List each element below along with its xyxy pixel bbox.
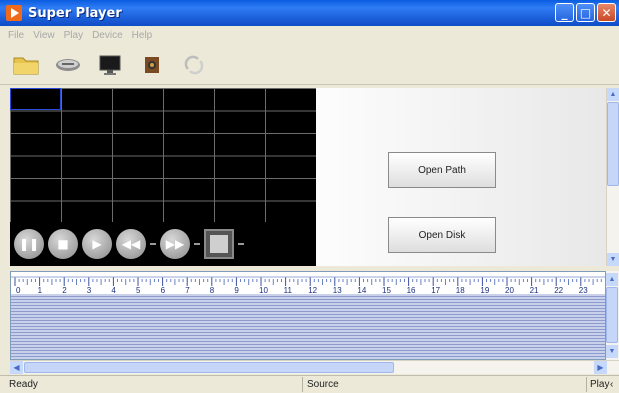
timeline-scroll-down-icon[interactable]: ▼ [606, 345, 618, 358]
ruler-hour-label: 14 [357, 286, 366, 294]
ruler-hour-label: 9 [234, 286, 239, 294]
maximize-button[interactable]: □ [576, 3, 595, 22]
forward-speed-separator [194, 243, 200, 245]
selected-channel-cell[interactable] [10, 88, 61, 110]
scroll-down-icon[interactable]: ▼ [607, 253, 619, 266]
minimize-button[interactable]: _ [555, 3, 574, 22]
stop-icon[interactable]: ■ [48, 229, 78, 259]
title-bar: Super Player _ □ ✕ [0, 0, 619, 26]
ruler-hour-label: 20 [505, 286, 514, 294]
time-ruler[interactable]: 0 1 2 3 4 5 6 7 8 9 10 11 12 13 14 15 16 17 18 19 20 21 22 23 [11, 272, 605, 294]
status-play: Play [590, 379, 610, 390]
ruler-hour-label: 3 [87, 286, 92, 294]
ruler-hour-label: 17 [431, 286, 440, 294]
open-path-button[interactable]: Open Path [388, 152, 496, 188]
ruler-hour-label: 0 [16, 286, 21, 294]
ruler-hour-label: 4 [111, 286, 116, 294]
pause-icon[interactable]: ❚❚ [14, 229, 44, 259]
fullscreen-icon[interactable] [204, 229, 234, 259]
play-icon[interactable]: ▶ [82, 229, 112, 259]
monitor-icon[interactable] [96, 52, 124, 78]
hard-disk-icon[interactable] [54, 52, 82, 78]
ruler-hour-label: 23 [579, 286, 588, 294]
status-divider [302, 377, 303, 392]
refresh-icon[interactable] [180, 52, 208, 78]
ruler-hour-label: 18 [456, 286, 465, 294]
ruler-hour-label: 21 [530, 286, 539, 294]
folder-icon[interactable] [12, 52, 40, 78]
timeline-scroll-thumb[interactable] [606, 287, 618, 343]
ruler-hour-label: 7 [185, 286, 190, 294]
horizontal-scroll-thumb[interactable] [24, 362, 394, 373]
fast-forward-icon[interactable]: ▶▶ [160, 229, 190, 259]
app-logo-icon [6, 5, 22, 21]
status-scroll-icon[interactable]: ‹ [610, 379, 613, 390]
ruler-hour-label: 6 [161, 286, 166, 294]
ruler-hour-label: 13 [333, 286, 342, 294]
ruler-hour-label: 22 [554, 286, 563, 294]
scroll-right-icon[interactable]: ▶ [594, 361, 607, 374]
status-bar: Ready Source Play ‹ [0, 375, 619, 393]
playback-controls: ❚❚ ■ ▶ ◀◀ ▶▶ [10, 222, 316, 266]
menu-help[interactable]: Help [132, 30, 153, 41]
recording-tracks[interactable] [11, 294, 605, 359]
timeline-scroll-up-icon[interactable]: ▲ [606, 273, 618, 286]
menu-play[interactable]: Play [64, 30, 83, 41]
rewind-icon[interactable]: ◀◀ [116, 229, 146, 259]
window-controls: _ □ ✕ [555, 3, 616, 22]
status-divider [586, 377, 587, 392]
camera-icon[interactable] [138, 52, 166, 78]
source-panel: Open Path Open Disk [316, 88, 606, 266]
rewind-speed-separator [150, 243, 156, 245]
status-ready: Ready [9, 379, 38, 390]
ruler-hour-label: 1 [38, 286, 43, 294]
status-source: Source [307, 379, 339, 390]
window-title: Super Player [28, 5, 122, 21]
menu-view[interactable]: View [33, 30, 55, 41]
ruler-hour-label: 10 [259, 286, 268, 294]
ruler-hour-label: 15 [382, 286, 391, 294]
menu-bar: File View Play Device Help [0, 26, 619, 45]
toolbar [0, 45, 619, 85]
scroll-thumb[interactable] [607, 102, 619, 186]
menu-file[interactable]: File [8, 30, 24, 41]
ruler-hour-label: 2 [62, 286, 67, 294]
ruler-hour-label: 5 [136, 286, 141, 294]
fullscreen-separator [238, 243, 244, 245]
ruler-hour-label: 11 [284, 286, 293, 294]
scroll-left-icon[interactable]: ◀ [10, 361, 23, 374]
close-button[interactable]: ✕ [597, 3, 616, 22]
ruler-hour-label: 19 [480, 286, 489, 294]
ruler-hour-label: 8 [210, 286, 215, 294]
scroll-up-icon[interactable]: ▲ [607, 88, 619, 101]
open-disk-button[interactable]: Open Disk [388, 217, 496, 253]
menu-device[interactable]: Device [92, 30, 123, 41]
ruler-hour-label: 16 [407, 286, 416, 294]
timeline-horizontal-scrollbar[interactable]: ◀ ▶ [10, 360, 619, 374]
timeline[interactable]: 0 1 2 3 4 5 6 7 8 9 10 11 12 13 14 15 16 17 18 19 20 21 22 23 [10, 271, 606, 360]
ruler-hour-label: 12 [308, 286, 317, 294]
panel-vertical-scrollbar[interactable]: ▲ ▼ [606, 88, 619, 266]
timeline-vertical-scrollbar[interactable]: ▲ ▼ [606, 271, 619, 360]
